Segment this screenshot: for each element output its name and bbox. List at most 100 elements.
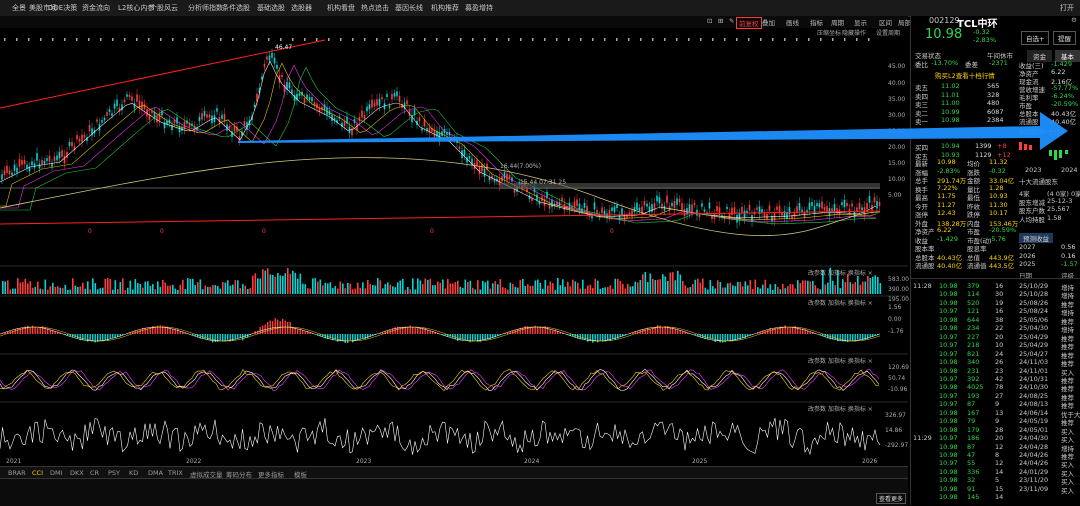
candle-body xyxy=(176,117,178,123)
volume-bar xyxy=(117,289,119,294)
macd-bar xyxy=(542,328,543,334)
indicator-tab-5[interactable]: PSY xyxy=(108,469,120,477)
volume-bar xyxy=(50,286,52,294)
macd-bar xyxy=(290,322,291,334)
tool-icon[interactable]: ⊞ xyxy=(716,17,725,25)
indicator-tab-0[interactable]: BRAR xyxy=(8,469,26,477)
volume-bar xyxy=(702,278,704,294)
volume-bar xyxy=(785,288,787,294)
candle-body xyxy=(81,135,83,142)
volume-bar xyxy=(477,280,479,294)
rating-date: 25/04/27 xyxy=(1019,350,1048,358)
volume-bar xyxy=(195,285,197,294)
candle-body xyxy=(49,156,51,162)
topnav-item-2[interactable]: DDE决策 xyxy=(48,3,77,13)
volume-bar xyxy=(370,284,372,294)
toolbar-item-4[interactable]: 周期 xyxy=(829,17,846,27)
macd-bar xyxy=(35,327,36,334)
volume-bar xyxy=(315,278,317,294)
volume-window-title[interactable]: 改参数 加指标 换指标 × xyxy=(808,268,873,277)
volume-bar xyxy=(872,277,874,294)
ma-line xyxy=(0,61,876,218)
volume-bar xyxy=(225,283,227,294)
topnav-item-5[interactable]: 个股风云 xyxy=(150,3,178,13)
macd-bar xyxy=(460,334,461,340)
topnav-item-7[interactable]: 条件选股 xyxy=(222,3,250,13)
volume-bar xyxy=(832,281,834,294)
tick-count: 8 xyxy=(995,451,999,459)
kdj-line xyxy=(0,370,879,391)
tick-volume: 47 xyxy=(967,451,975,459)
indicator-tab-8[interactable]: TRIX xyxy=(168,469,183,477)
indicator-tab-7[interactable]: DMA xyxy=(148,469,163,477)
tick-volume: 179 xyxy=(967,426,979,434)
candle-body xyxy=(666,196,668,204)
candle-body xyxy=(861,207,863,210)
top-marker xyxy=(568,38,570,41)
remind-button[interactable]: 提醒 xyxy=(1053,31,1076,45)
volume-bar xyxy=(297,279,299,294)
volume-bar xyxy=(567,282,569,294)
l2-link[interactable]: 购买L2查看十档行情 xyxy=(935,70,995,80)
cci-window-title[interactable]: 改参数 加指标 换指标 × xyxy=(808,404,873,413)
topnav-item-4[interactable]: L2核心内参 xyxy=(118,3,154,13)
indicator-tab-4[interactable]: CR xyxy=(90,469,99,477)
macd-bar xyxy=(642,329,643,334)
candle-body xyxy=(41,160,43,164)
volume-bar xyxy=(512,284,514,294)
settings-icon[interactable]: ⚙ xyxy=(1071,16,1077,24)
indicator-tab-3[interactable]: DKX xyxy=(70,469,84,477)
ask-price: 10.99 xyxy=(941,108,960,116)
holders-title: 十大流通股东 xyxy=(1019,176,1058,186)
volume-bar xyxy=(255,273,257,294)
volume-bar xyxy=(717,280,719,294)
candle-body xyxy=(671,203,673,206)
topnav-right[interactable]: 打开 xyxy=(1060,3,1074,13)
volume-bar xyxy=(310,289,312,294)
topnav-item-8[interactable]: 基础选股 xyxy=(257,3,285,13)
volume-bar xyxy=(200,279,202,294)
candle-body xyxy=(676,198,678,205)
candle-body xyxy=(831,208,833,211)
macd-bar xyxy=(92,334,93,341)
toolbar-item-2[interactable]: 画线 xyxy=(784,17,801,27)
topnav-item-3[interactable]: 资金流向 xyxy=(82,3,110,13)
kdj-window-title[interactable]: 改参数 加指标 换指标 × xyxy=(808,356,873,365)
topnav-item-12[interactable]: 基因长线 xyxy=(395,3,423,13)
toolbar-item-6[interactable]: 区间 xyxy=(877,17,894,27)
toolbar-sub-1[interactable]: 隐藏操作 xyxy=(842,28,866,37)
toolbar-item-3[interactable]: 指标 xyxy=(808,17,825,27)
top-marker xyxy=(28,38,30,41)
topnav-item-14[interactable]: 募盈增持 xyxy=(465,3,493,13)
volume-bar xyxy=(640,280,642,294)
kline-chart-area[interactable]: 00000 压缩坐标隐藏操作设置周期46.4716.44(7.00%)15.44… xyxy=(0,28,908,493)
indicator-tab-2[interactable]: DMI xyxy=(50,469,63,477)
toolbar-item-1[interactable]: 叠加 xyxy=(760,17,777,27)
indicator-tab-6[interactable]: KD xyxy=(129,469,138,477)
topnav-item-0[interactable]: 全景 xyxy=(12,3,26,13)
volume-bar xyxy=(182,280,184,294)
topnav-item-10[interactable]: 机构看盘 xyxy=(327,3,355,13)
top-marker xyxy=(88,38,90,41)
macd-window-title[interactable]: 改参数 加指标 换指标 × xyxy=(808,298,873,307)
toolbar-item-5[interactable]: 显示 xyxy=(852,17,869,27)
topnav-item-11[interactable]: 热点追击 xyxy=(361,3,389,13)
toolbar-sub-2[interactable]: 设置周期 xyxy=(876,28,900,37)
toolbar-sub-0[interactable]: 压缩坐标 xyxy=(817,28,841,37)
volume-bar xyxy=(307,288,309,294)
indicator-tab-1[interactable]: CCI xyxy=(32,469,43,477)
topnav-item-6[interactable]: 分析师指数 xyxy=(188,3,223,13)
tool-icon[interactable]: ⊡ xyxy=(705,17,714,25)
add-watchlist-button[interactable]: 自选+ xyxy=(1021,31,1049,45)
macd-bar xyxy=(140,330,141,334)
volume-bar xyxy=(287,268,289,294)
candle-body xyxy=(581,209,583,213)
view-more-button[interactable]: 查看更多 xyxy=(876,493,906,504)
tick-count: 22 xyxy=(995,324,1003,332)
top-marker xyxy=(580,38,582,41)
rating-date: 25/04/30 xyxy=(1019,324,1048,332)
topnav-item-13[interactable]: 机构推荐 xyxy=(431,3,459,13)
volume-bar xyxy=(350,284,352,294)
topnav-item-9[interactable]: 选股器 xyxy=(291,3,312,13)
candle-body xyxy=(664,206,666,211)
